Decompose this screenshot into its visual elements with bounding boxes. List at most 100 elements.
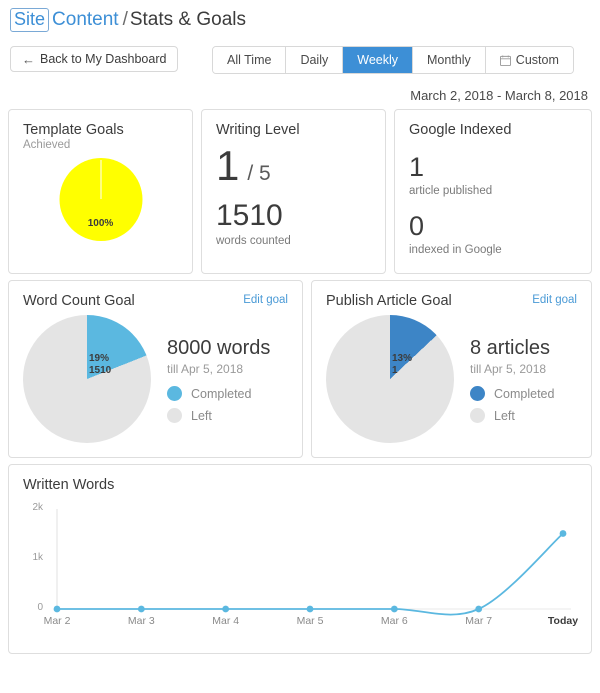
toolbar: ← Back to My Dashboard All Time Daily We… [0,38,600,78]
template-goals-percent-label: 100% [87,218,114,229]
articles-published-caption: article published [409,185,493,197]
articles-published-value: 1 [409,152,425,182]
chart-data-point[interactable] [475,605,483,613]
tab-all-time-label: All Time [227,53,272,67]
chart-data-point[interactable] [306,605,314,613]
breadcrumb: Site Content / Stats & Goals [10,8,590,32]
word-count-pie-shape [23,315,151,443]
publish-article-goal-deadline: till Apr 5, 2018 [470,362,547,376]
legend-dot-left [470,408,485,423]
chart-data-point[interactable] [559,530,567,537]
card-google-indexed: Google Indexed 1 article published 0 ind… [394,109,592,274]
chart-data-point[interactable] [137,605,145,613]
words-counted-caption: words counted [216,235,291,247]
written-words-line-chart: 0 1k 2k Mar 2 Mar 3 Mar 4 Mar 5 Mar 6 Mar 7 Today [23,501,578,631]
arrow-left-icon: ← [22,51,35,67]
card-writing-level: Writing Level 1 / 5 1510 words counted [201,109,386,274]
legend-dot-completed [167,386,182,401]
publish-article-pie-chart: 13% 1 [326,315,454,443]
page-header: Site Content / Stats & Goals [0,0,600,38]
legend-item-completed: Completed [167,386,270,401]
word-count-goal-body: 19% 1510 8000 words till Apr 5, 2018 Com… [23,315,288,443]
publish-article-percent-label: 13% [392,353,413,364]
publish-article-value-label: 1 [392,365,398,376]
legend-label-completed: Completed [494,386,555,401]
writing-level-max: / 5 [247,162,271,185]
date-range-label: March 2, 2018 - March 8, 2018 [410,88,588,103]
card-template-goals: Template Goals Achieved 100% [8,109,193,274]
indexed-in-google-value: 0 [409,211,425,241]
tab-custom-label: Custom [515,53,559,67]
publish-article-pie-labels: 13% 1 [392,353,412,377]
template-goals-subtitle: Achieved [23,139,71,151]
chart-line-series [56,532,564,616]
tab-all-time[interactable]: All Time [213,47,287,73]
legend-dot-completed [470,386,485,401]
back-to-dashboard-label: Back to My Dashboard [40,52,167,66]
legend-label-completed: Completed [191,386,252,401]
chart-data-point[interactable] [390,605,398,613]
legend-item-left: Left [167,408,270,423]
site-logo-badge[interactable]: Site [10,8,50,32]
tab-monthly[interactable]: Monthly [413,47,486,73]
x-axis-tick-label: Mar 3 [127,615,155,627]
tab-daily-label: Daily [300,53,329,67]
calendar-icon [499,54,511,66]
card-publish-article-goal: Publish Article Goal Edit goal 13% 1 8 a… [311,280,592,458]
summary-cards-row: Template Goals Achieved 100% Writing Lev… [0,109,600,274]
x-axis-tick-label: Mar 7 [465,615,493,627]
word-count-pie-chart: 19% 1510 [23,315,151,443]
words-counted-value: 1510 [216,199,283,232]
y-axis-tick-label: 1k [32,552,43,563]
breadcrumb-separator: / [122,9,128,30]
tab-custom[interactable]: Custom [485,47,573,73]
pie-slice-divider [100,160,102,199]
x-axis-tick-label: Mar 4 [212,615,240,627]
period-tabs: All Time Daily Weekly Monthly Custom [212,46,574,74]
breadcrumb-content-link[interactable]: Content [52,9,119,30]
word-count-edit-goal-link[interactable]: Edit goal [243,294,288,306]
template-goals-title: Template Goals [23,122,124,138]
publish-article-legend: Completed Left [470,386,554,423]
word-count-legend: Completed Left [167,386,270,423]
page-title: Stats & Goals [129,9,247,30]
writing-level-value: 1 [216,142,240,189]
goal-cards-row: Word Count Goal Edit goal 19% 1510 8000 … [0,280,600,458]
indexed-in-google-caption: indexed in Google [409,244,502,256]
word-count-goal-details: 8000 words till Apr 5, 2018 Completed Le… [151,315,270,443]
writing-level-title: Writing Level [216,122,300,138]
publish-article-edit-goal-link[interactable]: Edit goal [532,294,577,306]
publish-article-goal-details: 8 articles till Apr 5, 2018 Completed Le… [454,315,554,443]
template-goals-pie-chart: 100% [59,158,142,241]
legend-item-left: Left [470,408,554,423]
publish-article-goal-amount: 8 articles [470,337,551,359]
publish-article-pie-shape [326,315,454,443]
tab-weekly-label: Weekly [357,53,399,67]
x-axis-tick-label: Mar 6 [380,615,408,627]
word-count-percent-label: 19% [89,353,110,364]
word-count-pie-labels: 19% 1510 [89,353,111,377]
word-count-value-label: 1510 [89,365,112,376]
tab-weekly[interactable]: Weekly [343,47,414,73]
y-axis-tick-label: 0 [37,602,43,613]
publish-article-goal-body: 13% 1 8 articles till Apr 5, 2018 Comple… [326,315,577,443]
word-count-goal-deadline: till Apr 5, 2018 [167,362,244,376]
writing-level-value-row: 1 / 5 [216,144,371,188]
chart-data-point[interactable] [53,605,61,613]
back-to-dashboard-button[interactable]: ← Back to My Dashboard [10,46,179,72]
x-axis-tick-label: Today [547,615,579,627]
card-word-count-goal: Word Count Goal Edit goal 19% 1510 8000 … [8,280,303,458]
card-written-words-chart: Written Words 0 1k 2k Mar 2 Mar 3 Mar 4 Mar 5 M… [8,464,592,654]
tab-daily[interactable]: Daily [286,47,344,73]
legend-label-left: Left [494,408,515,423]
legend-item-completed: Completed [470,386,554,401]
x-axis-tick-label: Mar 5 [296,615,324,627]
google-indexed-title: Google Indexed [409,122,512,138]
word-count-goal-amount: 8000 words [167,337,271,359]
tab-monthly-label: Monthly [427,53,471,67]
legend-label-left: Left [191,408,212,423]
chart-row: Written Words 0 1k 2k Mar 2 Mar 3 Mar 4 Mar 5 M… [0,464,600,654]
x-axis-tick-label: Mar 2 [43,615,71,627]
y-axis-tick-label: 2k [32,502,43,513]
chart-data-point[interactable] [222,605,230,613]
